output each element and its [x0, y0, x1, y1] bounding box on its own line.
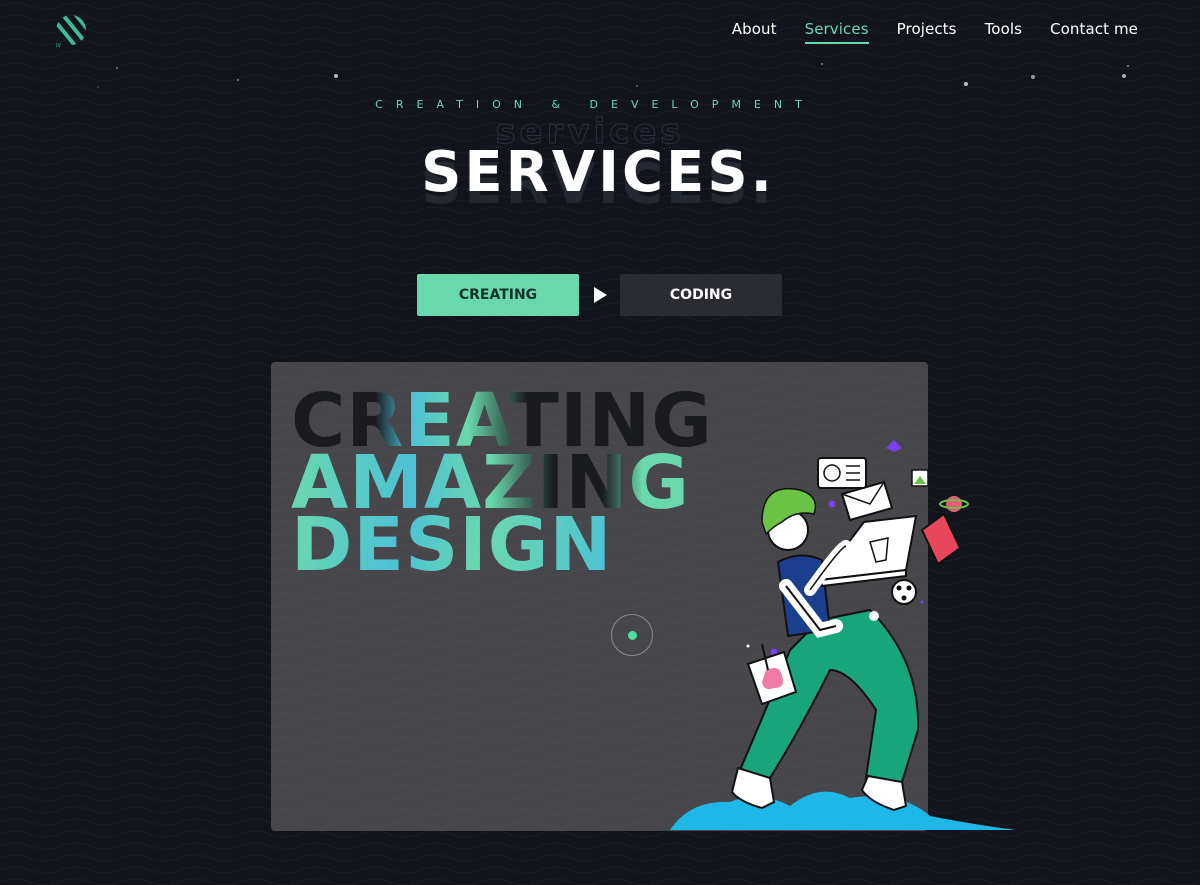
nav-link-tools[interactable]: Tools — [985, 20, 1022, 44]
play-icon — [594, 287, 607, 303]
tab-coding[interactable]: CODING — [620, 274, 782, 316]
page-title: SERVICES. — [421, 140, 775, 205]
custom-cursor-dot — [628, 631, 637, 640]
svg-text:IV: IV — [56, 43, 61, 48]
nav-link-contact[interactable]: Contact me — [1050, 20, 1138, 44]
main-nav: About Services Projects Tools Contact me — [732, 20, 1138, 44]
striped-circle-logo-icon[interactable]: IV — [55, 14, 87, 48]
nav-link-services[interactable]: Services — [804, 20, 869, 44]
hero-line-design: DESIGN — [291, 502, 613, 588]
tab-creating[interactable]: CREATING — [417, 274, 579, 316]
designer-illustration — [670, 440, 1016, 830]
nav-link-about[interactable]: About — [732, 20, 777, 44]
section-eyebrow: CREATION & DEVELOPMENT — [375, 98, 815, 111]
nav-link-projects[interactable]: Projects — [897, 20, 957, 44]
